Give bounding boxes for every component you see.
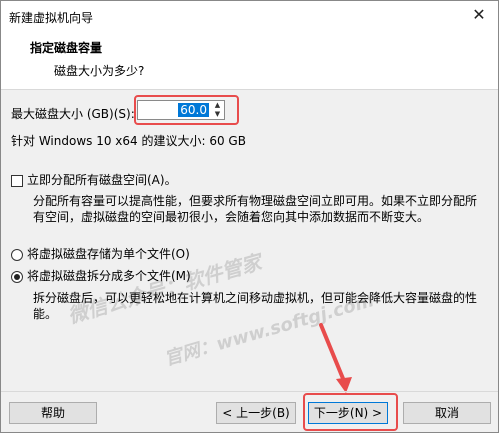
close-button[interactable]: ✕ [466,3,492,27]
help-button[interactable]: 帮助 [9,402,97,424]
window-title: 新建虚拟机向导 [9,11,94,25]
spin-up-icon[interactable]: ▲ [211,101,224,110]
spin-down-icon[interactable]: ▼ [211,110,224,119]
footer-separator [1,391,498,392]
cancel-button[interactable]: 取消 [403,402,491,424]
multi-file-radio-row[interactable]: 将虚拟磁盘拆分成多个文件(M) [11,267,191,284]
wizard-window: 新建虚拟机向导 ✕ 指定磁盘容量 磁盘大小为多少? 最大磁盘大小 (GB)(S)… [0,0,499,433]
multi-file-radio[interactable] [11,270,23,283]
disk-size-spinner[interactable]: 60.0 ▲ ▼ [137,100,225,120]
wizard-header: 指定磁盘容量 磁盘大小为多少? [1,31,498,90]
multi-file-label: 将虚拟磁盘拆分成多个文件(M) [27,269,191,283]
close-icon: ✕ [472,5,486,24]
multi-file-description: 拆分磁盘后，可以更轻松地在计算机之间移动虚拟机，但可能会降低大容量磁盘的性能。 [33,291,478,321]
allocate-description: 分配所有容量可以提高性能，但要求所有物理磁盘空间立即可用。如果不立即分配所有空间… [33,194,478,224]
single-file-radio-row[interactable]: 将虚拟磁盘存储为单个文件(O) [11,245,190,262]
page-heading: 指定磁盘容量 [30,41,103,55]
title-bar: 新建虚拟机向导 ✕ [1,1,498,31]
disk-size-value: 60.0 [178,103,209,117]
annotation-arrow-icon [319,323,352,393]
disk-size-label: 最大磁盘大小 (GB)(S): [11,107,135,121]
single-file-label: 将虚拟磁盘存储为单个文件(O) [27,247,190,261]
allocate-all-checkbox-row[interactable]: 立即分配所有磁盘空间(A)。 [11,171,177,188]
single-file-radio[interactable] [11,248,23,261]
page-subheading: 磁盘大小为多少? [54,64,145,78]
back-button[interactable]: < 上一步(B) [216,402,296,424]
allocate-all-checkbox[interactable] [11,174,23,187]
allocate-all-label: 立即分配所有磁盘空间(A)。 [27,173,177,187]
spin-buttons: ▲ ▼ [211,101,224,119]
recommended-size-text: 针对 Windows 10 x64 的建议大小: 60 GB [11,134,246,148]
next-button[interactable]: 下一步(N) > [308,402,388,424]
